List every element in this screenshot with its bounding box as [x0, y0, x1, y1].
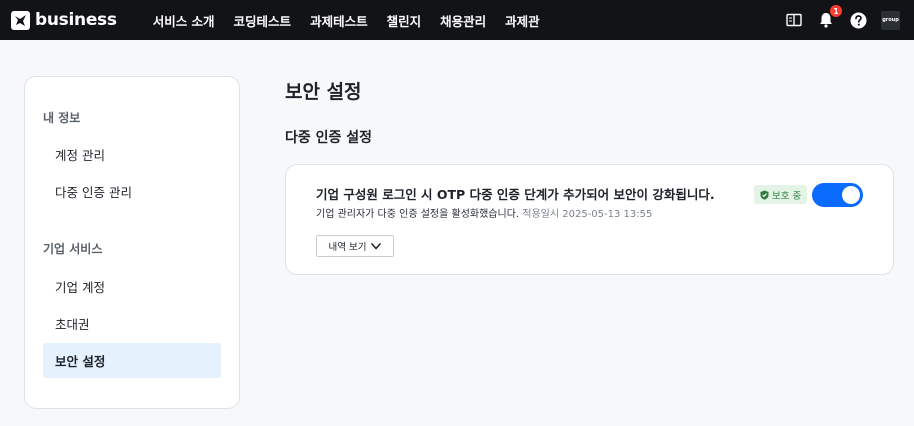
- sidebar-item-label: 다중 인증 관리: [55, 185, 132, 200]
- main-nav: 서비스 소개 코딩테스트 과제테스트 챌린지 채용관리 과제관: [153, 0, 559, 40]
- nav-service-intro[interactable]: 서비스 소개: [153, 11, 215, 30]
- nav-assignment-hall[interactable]: 과제관: [505, 11, 540, 30]
- toggle-knob: [842, 186, 860, 204]
- nav-recruit-manage[interactable]: 채용관리: [440, 11, 486, 30]
- sidebar-item-label: 초대권: [55, 317, 90, 332]
- book-icon[interactable]: [785, 11, 803, 29]
- sidebar-item-label: 보안 설정: [55, 354, 106, 369]
- nav-challenge[interactable]: 챌린지: [387, 11, 422, 30]
- logo-icon: [11, 10, 30, 30]
- sidebar-item-account-manage[interactable]: 계정 관리: [43, 137, 221, 172]
- chevron-down-icon: [371, 242, 382, 249]
- top-navigation-bar: business 서비스 소개 코딩테스트 과제테스트 챌린지 채용관리 과제관…: [0, 0, 914, 40]
- shield-check-icon: [760, 190, 769, 200]
- sidebar-item-security-settings[interactable]: 보안 설정: [43, 343, 221, 378]
- history-button-label: 내역 보기: [328, 242, 367, 253]
- top-icons: 1 group: [771, 0, 900, 40]
- sidebar-item-label: 기업 계정: [55, 280, 105, 295]
- card-headline: 기업 구성원 로그인 시 OTP 다중 인증 단계가 추가되어 보안이 강화됩니…: [316, 187, 715, 202]
- avatar[interactable]: group: [881, 10, 900, 30]
- page-title: 보안 설정: [285, 81, 362, 103]
- sidebar-section-company: 기업 서비스: [43, 242, 103, 256]
- card-subtext: 기업 관리자가 다중 인증 설정을 활성화했습니다. 적용일시 2025-05-…: [316, 205, 652, 220]
- sidebar-item-label: 계정 관리: [55, 148, 105, 163]
- applied-datetime: 적용일시 2025-05-13 13:55: [522, 209, 653, 220]
- status-badge: 보호 중: [754, 185, 808, 204]
- section-title: 다중 인증 설정: [285, 130, 373, 146]
- card-status-text: 기업 관리자가 다중 인증 설정을 활성화했습니다.: [316, 209, 520, 220]
- mfa-settings-card: 기업 구성원 로그인 시 OTP 다중 인증 단계가 추가되어 보안이 강화됩니…: [285, 164, 894, 275]
- sidebar-item-mfa-manage[interactable]: 다중 인증 관리: [43, 174, 221, 209]
- nav-coding-test[interactable]: 코딩테스트: [234, 11, 292, 30]
- mfa-toggle[interactable]: [812, 183, 863, 207]
- sidebar: 내 정보 계정 관리 다중 인증 관리 기업 서비스 기업 계정 초대권 보안 …: [24, 76, 240, 409]
- help-icon[interactable]: [849, 11, 867, 29]
- brand-logo[interactable]: business: [11, 0, 117, 40]
- history-dropdown-button[interactable]: 내역 보기: [316, 235, 394, 257]
- sidebar-section-my-info: 내 정보: [43, 111, 81, 125]
- status-badge-label: 보호 중: [772, 190, 802, 202]
- sidebar-item-invitations[interactable]: 초대권: [43, 306, 221, 341]
- notification-badge: 1: [830, 5, 842, 17]
- nav-assignment-test[interactable]: 과제테스트: [310, 11, 368, 30]
- bell-icon[interactable]: 1: [817, 5, 842, 29]
- brand-name: business: [35, 10, 117, 30]
- sidebar-item-company-account[interactable]: 기업 계정: [43, 269, 221, 304]
